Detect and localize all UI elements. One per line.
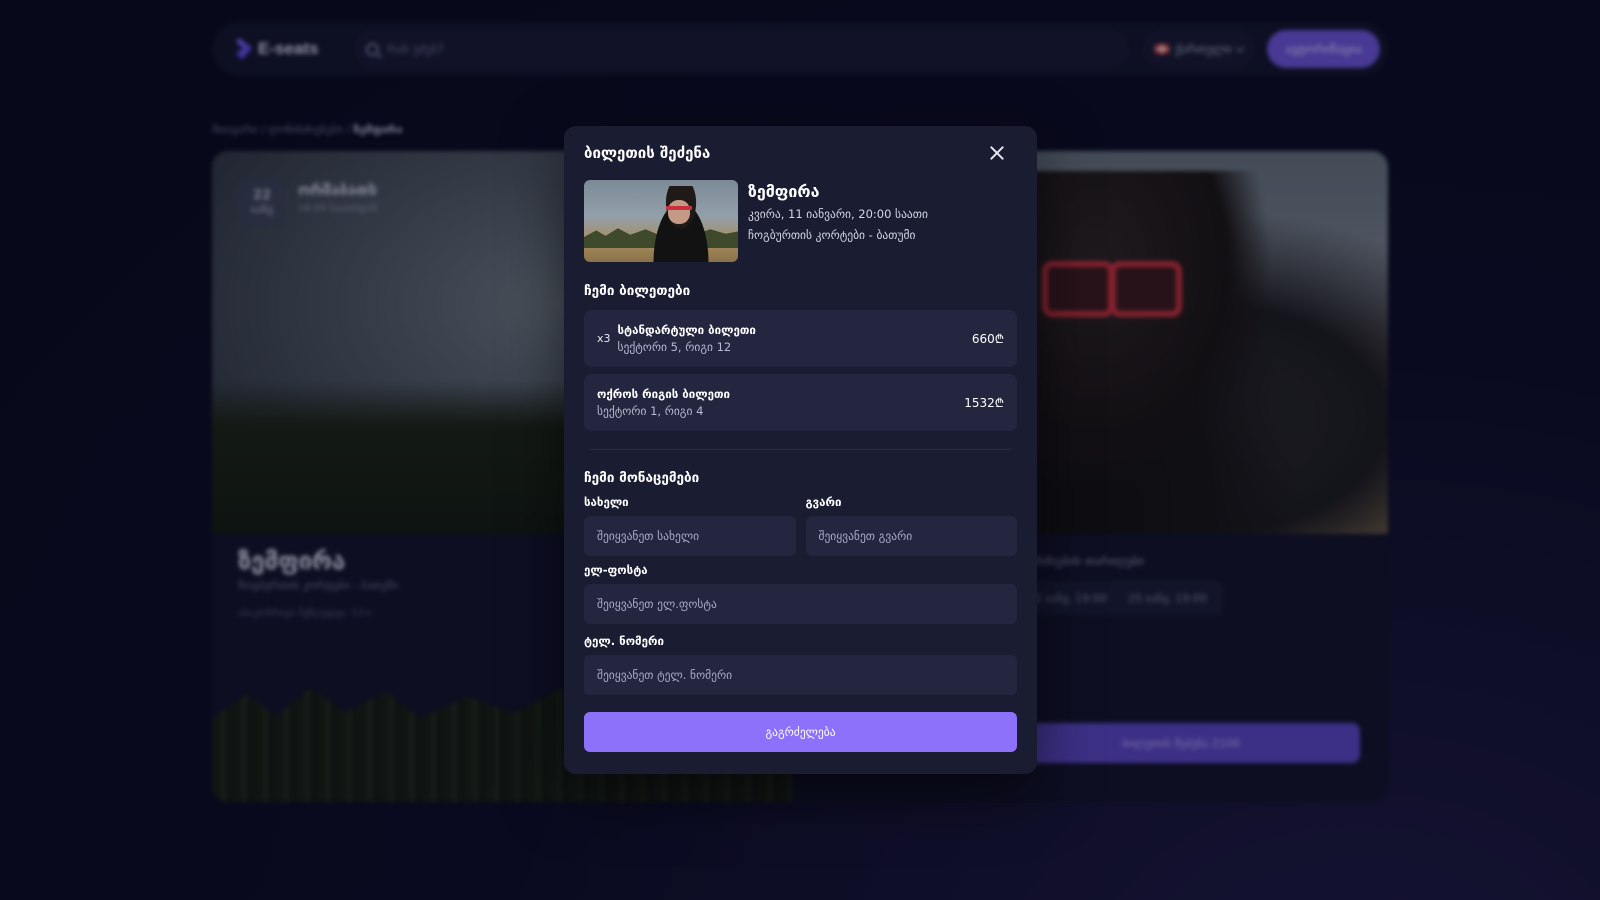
event-summary: ზემფირა კვირა, 11 იანვარი, 20:00 საათი ჩ…	[584, 180, 1017, 262]
divider	[590, 449, 1011, 450]
last-name-input[interactable]	[805, 516, 1017, 556]
ticket-quantity: x3	[597, 332, 611, 345]
email-group: ელ-ფოსტა	[584, 563, 1017, 624]
first-name-group: სახელი	[584, 495, 796, 556]
event-venue: ჩოგბურთის კორტები - ბათუმი	[748, 228, 916, 242]
ticket-seat: სექტორი 5, რიგი 12	[617, 340, 732, 354]
event-name: ზემფირა	[748, 182, 820, 201]
buy-ticket-modal: ბილეთის შეძენა ზემფირა კვირა, 11 იანვარი…	[564, 126, 1037, 774]
ticket-price: 660₾	[971, 332, 1004, 346]
email-input[interactable]	[584, 584, 1017, 624]
event-info: ზემფირა კვირა, 11 იანვარი, 20:00 საათი ჩ…	[748, 180, 928, 262]
first-name-input[interactable]	[584, 516, 796, 556]
ticket-name: სტანდარტული ბილეთი	[617, 323, 756, 337]
thumbnail-glasses	[666, 206, 692, 213]
ticket-info: სტანდარტული ბილეთი სექტორი 5, რიგი 12	[618, 323, 972, 354]
first-name-label: სახელი	[584, 495, 629, 509]
last-name-group: გვარი	[805, 495, 1017, 556]
my-tickets-title: ჩემი ბილეთები	[584, 283, 691, 299]
phone-group: ტელ. ნომერი	[584, 634, 1017, 695]
phone-label: ტელ. ნომერი	[584, 634, 664, 648]
ticket-seat: სექტორი 1, რიგი 4	[597, 404, 704, 418]
name-row: სახელი გვარი	[584, 495, 1017, 556]
close-icon[interactable]	[985, 141, 1009, 165]
event-date: კვირა, 11 იანვარი, 20:00 საათი	[748, 207, 928, 221]
my-data-title: ჩემი მონაცემები	[584, 470, 700, 486]
ticket-item: x3 სტანდარტული ბილეთი სექტორი 5, რიგი 12…	[584, 310, 1017, 367]
phone-input[interactable]	[584, 655, 1017, 695]
thumbnail-person	[646, 186, 716, 262]
ticket-name: ოქროს რიგის ბილეთი	[597, 387, 730, 401]
continue-button[interactable]: გაგრძელება	[584, 712, 1017, 752]
modal-header: ბილეთის შეძენა	[584, 126, 1017, 180]
ticket-info: ოქროს რიგის ბილეთი სექტორი 1, რიგი 4	[597, 387, 964, 418]
tickets-list: x3 სტანდარტული ბილეთი სექტორი 5, რიგი 12…	[584, 310, 1017, 431]
event-thumbnail	[584, 180, 738, 262]
modal-title: ბილეთის შეძენა	[584, 144, 711, 162]
email-label: ელ-ფოსტა	[584, 563, 648, 577]
ticket-item: ოქროს რიგის ბილეთი სექტორი 1, რიგი 4 153…	[584, 374, 1017, 431]
ticket-price: 1532₾	[964, 396, 1004, 410]
last-name-label: გვარი	[805, 495, 842, 509]
